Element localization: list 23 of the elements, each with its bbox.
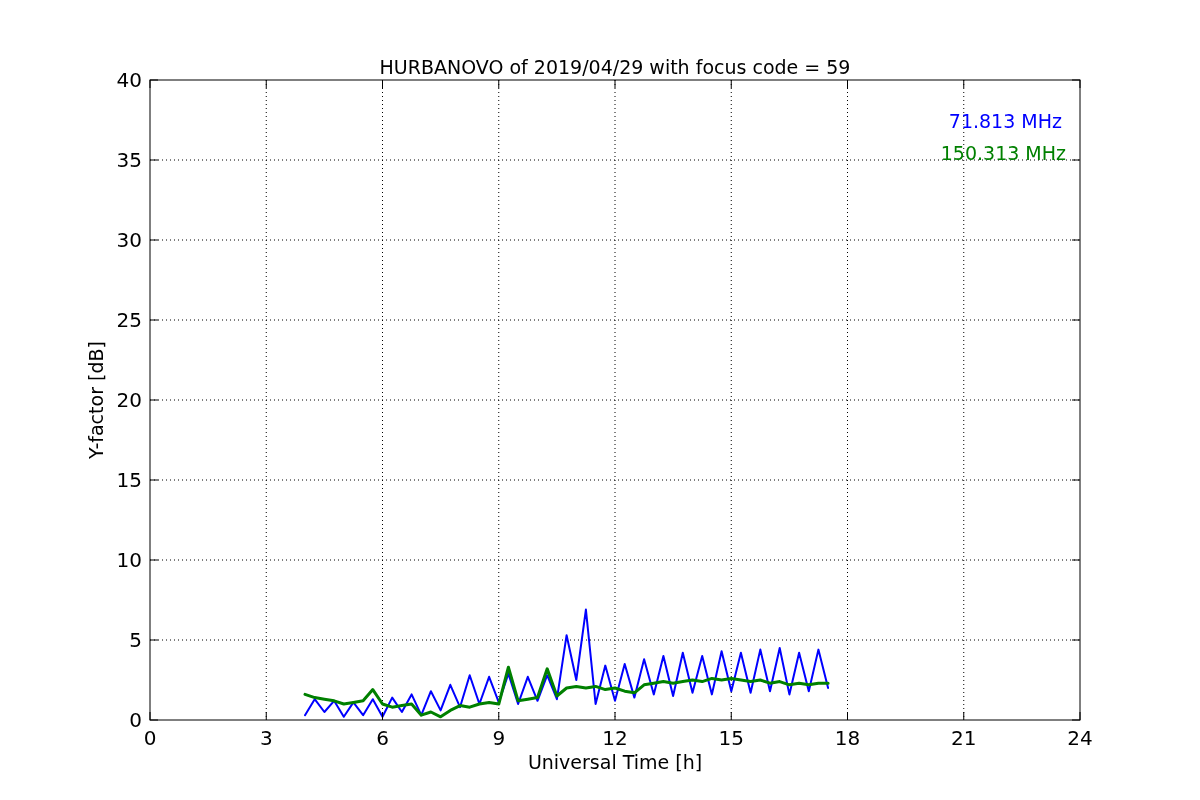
chart-title: HURBANOVO of 2019/04/29 with focus code = 59 [379,56,851,78]
y-axis-label: Y-factor [dB] [85,341,107,459]
x-axis-label: Universal Time [h] [527,751,703,773]
x-tick-label: 9 [492,726,506,750]
x-tick-label: 18 [834,726,861,750]
y-tick-label: 30 [116,228,142,252]
y-tick-label: 15 [116,468,142,492]
y-tick-label: 20 [116,388,142,412]
x-tick-label: 6 [376,726,389,750]
y-tick-label: 35 [116,148,142,172]
series-label: 71.813 MHz [948,110,1062,132]
series-label: 150.313 MHz [940,142,1066,164]
x-tick-label: 0 [143,726,157,750]
y-tick-label: 0 [129,708,142,732]
x-tick-label: 3 [259,726,273,750]
y-tick-label: 10 [116,548,142,572]
x-tick-label: 24 [1067,726,1093,750]
y-tick-label: 25 [116,308,142,332]
x-tick-label: 12 [602,726,628,750]
x-tick-label: 21 [951,726,977,750]
y-tick-label: 40 [116,68,142,92]
x-tick-label: 15 [718,726,744,750]
y-tick-label: 5 [129,628,142,652]
